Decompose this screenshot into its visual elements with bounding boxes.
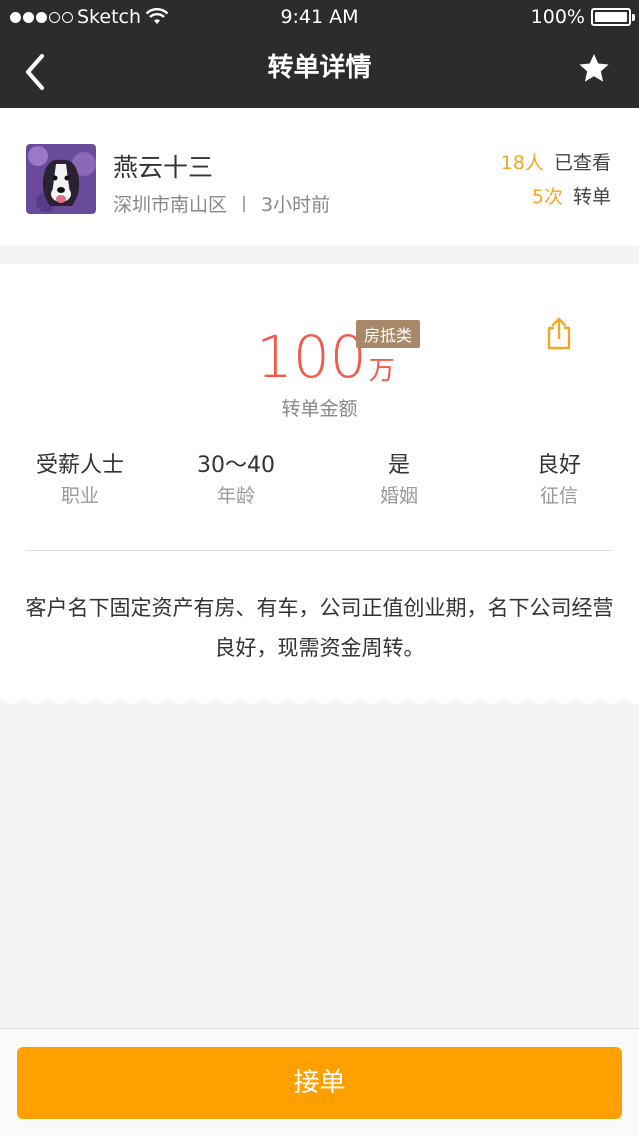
info-value: 30～40 xyxy=(197,453,275,478)
bottom-bar: 接单 xyxy=(0,1028,639,1136)
star-icon[interactable] xyxy=(577,52,611,86)
user-name: 燕云十三 xyxy=(113,153,214,182)
info-label: 征信 xyxy=(539,485,578,507)
user-location: 深圳市南山区 xyxy=(113,194,228,216)
amount-unit: 万 xyxy=(368,356,395,386)
transfer-stat: 5次 转单 xyxy=(532,182,611,209)
amount-value: 100 xyxy=(256,323,367,391)
info-value: 良好 xyxy=(536,453,581,478)
amount-label: 转单金额 xyxy=(0,394,639,421)
info-age: 30～40 年龄 xyxy=(156,452,316,508)
info-value: 是 xyxy=(387,453,410,478)
deal-detail-card: 100 万 房抵类 转单金额 受薪人士 职业 30～40 年龄 是 婚姻 良好 … xyxy=(0,264,639,700)
info-occupation: 受薪人士 职业 xyxy=(0,452,160,508)
info-credit: 良好 征信 xyxy=(479,452,639,508)
meta-separator xyxy=(243,195,246,212)
info-marriage: 是 婚姻 xyxy=(319,452,479,508)
post-time: 3小时前 xyxy=(261,194,331,216)
status-right: 100% xyxy=(530,6,635,28)
views-count: 18人 xyxy=(500,152,544,174)
info-value: 受薪人士 xyxy=(35,453,124,478)
page-title: 转单详情 xyxy=(267,53,372,83)
info-label: 年龄 xyxy=(216,485,255,507)
battery-icon xyxy=(591,8,635,26)
amount-label-text: 转单金额 xyxy=(281,398,358,420)
transfer-label: 转单 xyxy=(572,186,611,208)
battery-percent: 100% xyxy=(530,6,585,28)
user-card: 燕云十三 深圳市南山区 3小时前 18人 已查看 5次 转单 xyxy=(0,108,639,246)
views-stat: 18人 已查看 xyxy=(501,148,611,175)
avatar[interactable] xyxy=(26,144,96,214)
top-bar: Sketch 9:41 AM 100% 转单详情 xyxy=(0,0,639,108)
divider xyxy=(26,550,613,551)
deal-description: 客户名下固定资产有房、有车，公司正值创业期，名下公司经营良好，现需资金周转。 xyxy=(25,596,614,660)
transfer-count: 5次 xyxy=(531,186,563,208)
user-meta: 深圳市南山区 3小时前 xyxy=(113,190,330,217)
scalloped-edge xyxy=(0,696,639,704)
loan-type-badge: 房抵类 xyxy=(356,320,421,348)
views-label: 已查看 xyxy=(553,152,611,174)
info-label: 婚姻 xyxy=(379,485,418,507)
share-icon[interactable] xyxy=(541,316,577,352)
accept-order-button[interactable]: 接单 xyxy=(17,1047,622,1119)
info-label: 职业 xyxy=(60,485,99,507)
avatar-image xyxy=(26,144,96,214)
status-bar: Sketch 9:41 AM 100% xyxy=(0,0,639,36)
